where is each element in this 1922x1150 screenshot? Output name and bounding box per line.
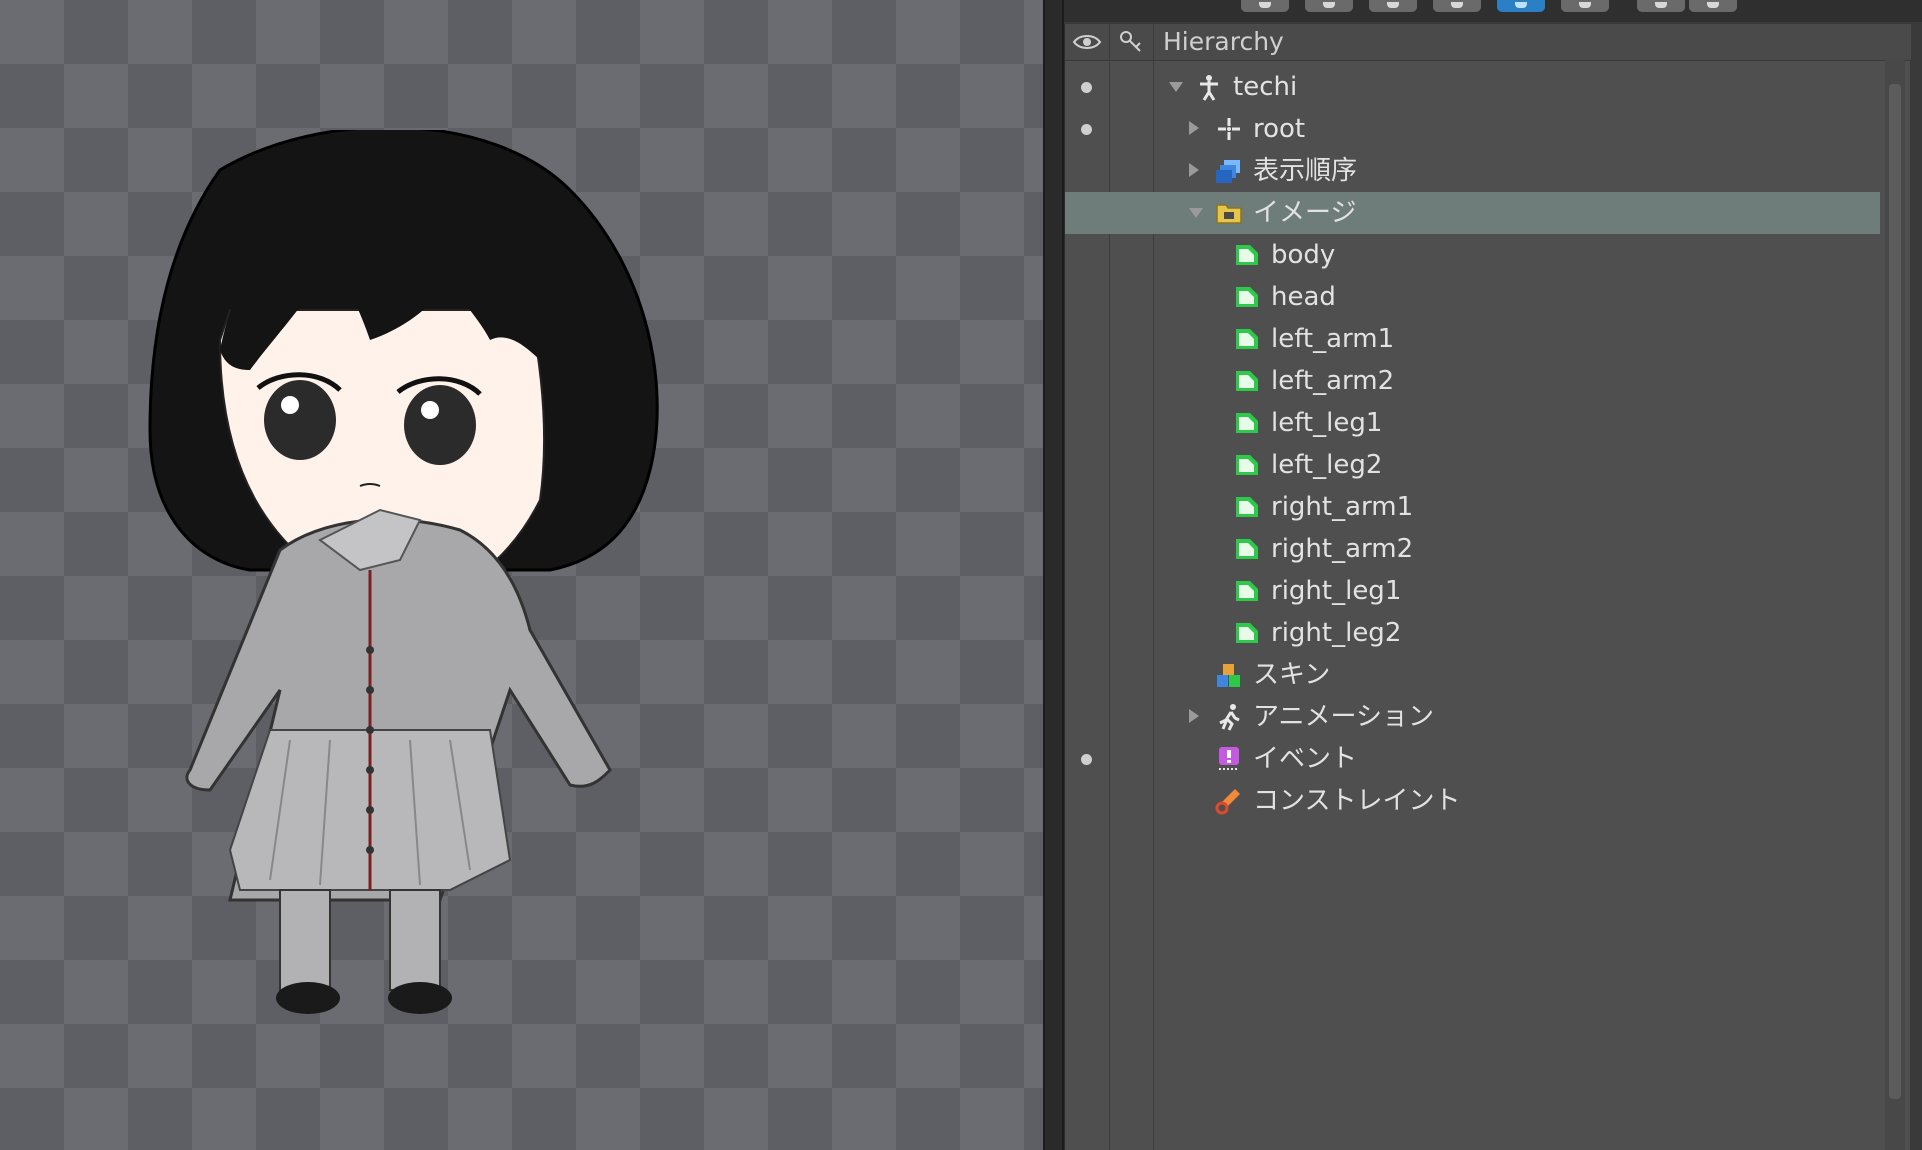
tree-row-label: イメージ [1253, 198, 1357, 228]
tree-row-イメージ[interactable]: イメージ [1065, 192, 1885, 234]
hierarchy-panel: Hierarchy techi root 表示順序イメージ body head left_… [1064, 24, 1911, 1150]
tree-row-body[interactable]: body [1065, 234, 1885, 276]
scrollbar-thumb[interactable] [1889, 84, 1901, 1099]
tool-button-3[interactable] [1369, 0, 1417, 12]
tool-button-7[interactable] [1637, 0, 1685, 12]
image-icon [1233, 493, 1261, 521]
viewport-canvas[interactable] [0, 0, 1043, 1150]
panel-splitter[interactable] [1043, 0, 1064, 1150]
selection-highlight [1065, 192, 1880, 234]
tree-row-label: right_leg1 [1271, 576, 1402, 606]
tree-row-left_leg2[interactable]: left_leg2 [1065, 444, 1885, 486]
event-icon [1215, 745, 1243, 773]
tree-row-label: イベント [1253, 744, 1358, 774]
tree-row-left_leg1[interactable]: left_leg1 [1065, 402, 1885, 444]
collapse-arrow-icon[interactable] [1189, 208, 1203, 218]
hierarchy-header: Hierarchy [1065, 24, 1911, 61]
tree-row-イベント[interactable]: イベント [1065, 738, 1885, 780]
character-preview[interactable] [130, 130, 710, 1090]
hierarchy-toolbar [1064, 0, 1922, 22]
tree-row-techi[interactable]: techi [1065, 66, 1885, 108]
bone-icon [1215, 115, 1243, 143]
images-folder-icon [1215, 199, 1243, 227]
tree-row-head[interactable]: head [1065, 276, 1885, 318]
image-icon [1233, 241, 1261, 269]
expand-arrow-icon[interactable] [1189, 121, 1199, 135]
tree-row-スキン[interactable]: スキン [1065, 654, 1885, 696]
tree-row-label: root [1253, 114, 1306, 144]
image-icon [1233, 577, 1261, 605]
tool-button-6[interactable] [1561, 0, 1609, 12]
tree-row-label: body [1271, 240, 1336, 270]
tree-row-表示順序[interactable]: 表示順序 [1065, 150, 1885, 192]
image-icon [1233, 535, 1261, 563]
expand-arrow-icon[interactable] [1189, 709, 1199, 723]
tree-row-アニメーション[interactable]: アニメーション [1065, 696, 1885, 738]
tree-row-label: 表示順序 [1253, 156, 1358, 186]
skeleton-icon [1195, 73, 1223, 101]
image-icon [1233, 283, 1261, 311]
tree-row-label: head [1271, 282, 1336, 312]
image-icon [1233, 409, 1261, 437]
tool-button-2[interactable] [1305, 0, 1353, 12]
scrollbar[interactable] [1885, 60, 1905, 1150]
visibility-toggle[interactable] [1081, 754, 1092, 765]
tree-row-label: left_arm2 [1271, 366, 1395, 396]
skins-icon [1215, 661, 1243, 689]
panel-title: Hierarchy [1163, 27, 1284, 56]
visibility-toggle[interactable] [1081, 124, 1092, 135]
tool-button-5[interactable] [1497, 0, 1545, 12]
tree-row-label: techi [1233, 72, 1298, 102]
image-icon [1233, 325, 1261, 353]
tool-button-1[interactable] [1241, 0, 1289, 12]
tool-button-8[interactable] [1689, 0, 1737, 12]
tree-row-label: right_arm2 [1271, 534, 1414, 564]
spine-editor-window: Hierarchy techi root 表示順序イメージ body head left_… [0, 0, 1922, 1150]
constraint-icon [1215, 787, 1243, 815]
tree-row-right_arm1[interactable]: right_arm1 [1065, 486, 1885, 528]
key-column-header[interactable] [1109, 24, 1154, 60]
image-icon [1233, 451, 1261, 479]
tree-row-label: left_leg1 [1271, 408, 1383, 438]
tree-row-right_arm2[interactable]: right_arm2 [1065, 528, 1885, 570]
tree-row-コンストレイント[interactable]: コンストレイント [1065, 780, 1885, 822]
tool-button-4[interactable] [1433, 0, 1481, 12]
tree-row-label: left_leg2 [1271, 450, 1383, 480]
visibility-toggle[interactable] [1081, 82, 1092, 93]
tree-row-label: right_leg2 [1271, 618, 1402, 648]
tree-row-left_arm2[interactable]: left_arm2 [1065, 360, 1885, 402]
image-icon [1233, 367, 1261, 395]
animation-icon [1215, 703, 1243, 731]
eye-icon [1072, 35, 1102, 49]
image-icon [1233, 619, 1261, 647]
tree-row-label: right_arm1 [1271, 492, 1414, 522]
tree-row-label: スキン [1253, 660, 1331, 690]
visibility-column-header[interactable] [1065, 24, 1110, 60]
tree-row-label: left_arm1 [1271, 324, 1395, 354]
tree-row-right_leg2[interactable]: right_leg2 [1065, 612, 1885, 654]
draw-order-icon [1215, 157, 1243, 185]
tree-row-left_arm1[interactable]: left_arm1 [1065, 318, 1885, 360]
tree-row-root[interactable]: root [1065, 108, 1885, 150]
tree-row-label: アニメーション [1253, 702, 1434, 732]
tree-row-right_leg1[interactable]: right_leg1 [1065, 570, 1885, 612]
hierarchy-tree: techi root 表示順序イメージ body head left_arm1 left_a… [1065, 66, 1885, 822]
expand-arrow-icon[interactable] [1189, 163, 1199, 177]
collapse-arrow-icon[interactable] [1169, 82, 1183, 92]
key-icon [1120, 31, 1141, 52]
tree-row-label: コンストレイント [1253, 786, 1461, 816]
